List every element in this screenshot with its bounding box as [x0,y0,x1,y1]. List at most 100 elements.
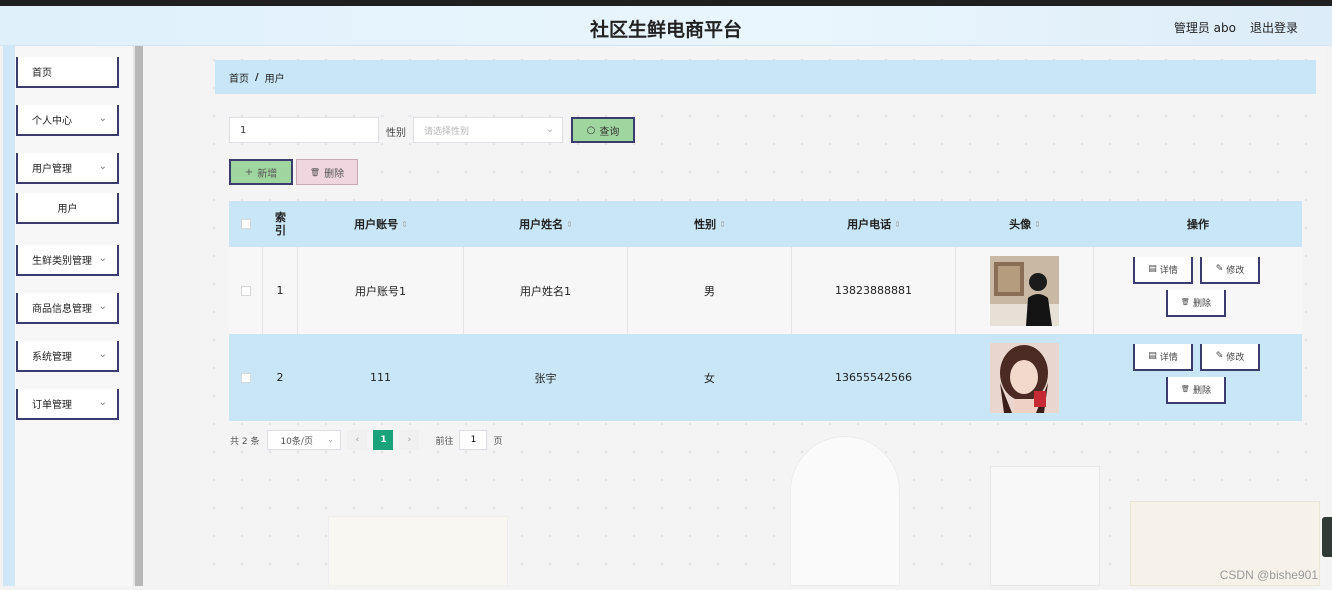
background-decoration [990,466,1100,586]
cell-index: 2 [263,334,298,421]
batch-delete-button[interactable]: 🗑 删除 [296,159,358,185]
sort-icon[interactable]: ⇕ [719,220,726,229]
row-delete-button[interactable]: 🗑 删除 [1166,376,1226,404]
sort-icon[interactable]: ⇕ [566,220,573,229]
chevron-down-icon: ⌄ [98,253,107,264]
trash-icon: 🗑 [1181,385,1190,393]
sidebar-item-home[interactable]: 首页 [16,57,119,88]
add-button[interactable]: + 新增 [229,159,293,185]
chevron-right-icon: › [407,435,412,445]
sidebar-item-product-info[interactable]: 商品信息管理 ⌄ [16,293,119,324]
pagination-total: 共 2 条 [230,436,260,447]
chevron-down-icon: ⌄ [545,124,554,135]
edit-icon: ✎ [1215,351,1224,361]
table-header: 索引 用户账号 ⇕ 用户姓名 ⇕ 性别 ⇕ 用户电话 ⇕ 头像 ⇕ 操作 [229,201,1302,247]
cell-gender: 男 [628,247,792,334]
sidebar-item-user-management[interactable]: 用户管理 ⌄ [16,153,119,184]
cell-phone: 13655542566 [792,334,956,421]
chevron-down-icon: ⌄ [98,349,107,360]
select-all-checkbox[interactable] [241,219,251,229]
plus-icon: + [244,166,254,178]
column-header-label: 操作 [1187,218,1209,231]
chevron-down-icon: ⌄ [98,113,107,124]
breadcrumb-home[interactable]: 首页 [229,70,249,85]
row-actions: ▤ 详情 ✎ 修改 🗑 删除 [1128,343,1268,413]
detail-icon: ▤ [1148,264,1157,274]
cell-name: 张宇 [464,334,628,421]
page-size-select[interactable]: 10条/页 ⌄ [267,430,342,450]
sidebar-item-label: 用户 [57,204,78,215]
chevron-down-icon: ⌄ [98,397,107,408]
sidebar-scrollbar[interactable] [135,46,143,586]
background-decoration [790,436,900,586]
app-title: 社区生鲜电商平台 [589,19,742,41]
column-header-account[interactable]: 用户账号 ⇕ [298,201,464,247]
side-widget-handle[interactable] [1322,517,1332,557]
row-delete-button[interactable]: 🗑 删除 [1166,289,1226,317]
cell-account: 111 [298,334,464,421]
sidebar-item-personal[interactable]: 个人中心 ⌄ [16,105,119,136]
add-button-label: 新增 [257,168,278,180]
edit-button-label: 修改 [1226,265,1245,276]
sidebar-item-label: 用户管理 [32,164,72,175]
edit-icon: ✎ [1215,264,1224,274]
avatar[interactable] [990,342,1059,413]
column-header-gender[interactable]: 性别 ⇕ [628,201,792,247]
search-button[interactable]: ○ 查询 [571,117,635,143]
page-size-value: 10条/页 [280,436,313,447]
table-row: 2 111 张宇 女 13655542566 ▤ 详情 ✎ 修改 🗑 删除 [229,334,1302,421]
sidebar-item-label: 生鲜类别管理 [32,256,92,267]
row-checkbox[interactable] [240,285,251,296]
gender-select[interactable]: 请选择性别 ⌄ [413,117,563,143]
row-delete-button-label: 删除 [1192,298,1211,309]
column-header-label: 用户账号 [354,218,399,231]
goto-page-input[interactable] [459,430,488,450]
column-header-name[interactable]: 用户姓名 ⇕ [464,201,628,247]
keyword-search-input[interactable] [229,117,379,143]
detail-button-label: 详情 [1159,265,1178,276]
page-number-button[interactable]: 1 [373,430,394,450]
delete-button-label: 删除 [324,168,345,180]
detail-button[interactable]: ▤ 详情 [1133,256,1193,284]
sort-icon[interactable]: ⇕ [401,220,408,229]
detail-icon: ▤ [1148,351,1157,361]
sort-icon[interactable]: ⇕ [1034,220,1041,229]
sort-icon[interactable]: ⇕ [894,220,901,229]
sidebar-item-users[interactable]: 用户 [16,193,119,224]
sidebar-item-fresh-category[interactable]: 生鲜类别管理 ⌄ [16,245,119,276]
column-header-avatar[interactable]: 头像 ⇕ [956,201,1094,247]
column-header-phone[interactable]: 用户电话 ⇕ [792,201,956,247]
cell-actions: ▤ 详情 ✎ 修改 🗑 删除 [1094,334,1302,421]
main-content: 首页 / 用户 性别 请选择性别 ⌄ ○ 查询 + 新增 🗑 删除 索引 用户账… [200,46,1326,586]
breadcrumb-current: 用户 [264,73,285,85]
cell-phone: 13823888881 [792,247,956,334]
header: 社区生鲜电商平台 管理员 abo 退出登录 [0,6,1332,46]
prev-page-button[interactable]: ‹ [347,430,368,450]
avatar[interactable] [990,255,1059,326]
row-checkbox[interactable] [240,372,251,383]
sidebar-item-system[interactable]: 系统管理 ⌄ [16,341,119,372]
column-header-label: 用户姓名 [519,218,564,231]
trash-icon: 🗑 [309,167,321,177]
cell-actions: ▤ 详情 ✎ 修改 🗑 删除 [1094,247,1302,334]
column-header-label: 用户电话 [847,218,892,231]
row-select-cell [229,247,263,334]
edit-button[interactable]: ✎ 修改 [1200,343,1260,371]
gender-label: 性别 [386,128,406,139]
chevron-left-icon: ‹ [355,435,360,445]
sidebar-item-orders[interactable]: 订单管理 ⌄ [16,389,119,420]
sidebar-item-label: 个人中心 [32,116,72,127]
background-decoration [328,516,508,586]
edit-button[interactable]: ✎ 修改 [1200,256,1260,284]
breadcrumb-separator: / [255,71,259,83]
column-header-label: 索引 [275,211,286,237]
column-header-actions: 操作 [1094,201,1302,247]
detail-button[interactable]: ▤ 详情 [1133,343,1193,371]
next-page-button[interactable]: › [399,430,420,450]
logout-link[interactable]: 退出登录 [1250,19,1298,36]
sidebar-item-label: 系统管理 [32,352,72,363]
cell-index: 1 [263,247,298,334]
chevron-down-icon: ⌄ [98,301,107,312]
admin-label: 管理员 abo [1173,21,1236,35]
chevron-down-icon: ⌄ [326,435,335,445]
